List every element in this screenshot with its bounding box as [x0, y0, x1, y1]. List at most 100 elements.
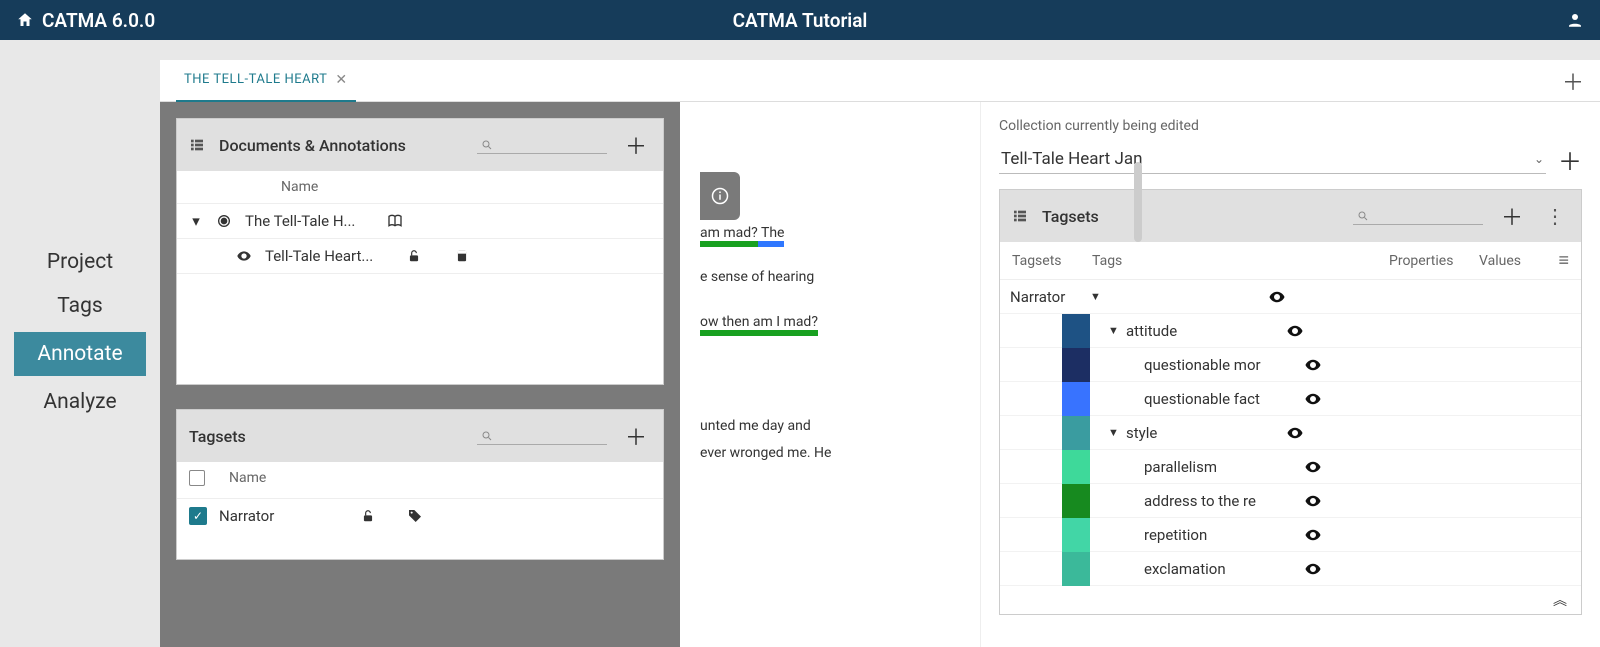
document-row[interactable]: ▾ The Tell-Tale H...: [177, 204, 663, 239]
main-area: Project Tags Annotate Analyze THE TELL-T…: [0, 40, 1600, 647]
col-properties: Properties: [1389, 253, 1479, 269]
text-annotated[interactable]: ow then am I mad?: [700, 314, 818, 336]
documents-panel-header: Documents & Annotations ＋: [177, 119, 663, 171]
document-tab-strip: THE TELL-TALE HEART ✕ ＋: [160, 60, 1600, 102]
expand-icon[interactable]: ▾: [189, 212, 203, 230]
tagsets-left-title: Tagsets: [189, 427, 246, 446]
app-name: CATMA 6.0.0: [42, 9, 155, 32]
documents-panel-title: Documents & Annotations: [219, 136, 406, 155]
visibility-icon[interactable]: [1268, 288, 1298, 306]
tagsets-left-search[interactable]: [477, 428, 607, 445]
workspace: THE TELL-TALE HEART ✕ ＋ Documents & Anno…: [160, 60, 1600, 647]
nav-analyze[interactable]: Analyze: [0, 380, 160, 424]
tag-row[interactable]: Narrator ▼: [1000, 280, 1581, 314]
nav-project[interactable]: Project: [0, 240, 160, 284]
tagsets-right-panel: Tagsets ＋ ⋮ Tagsets Tags Properties Valu…: [999, 189, 1582, 615]
color-swatch: [1062, 314, 1090, 348]
documents-panel: Documents & Annotations ＋ Name ▾: [176, 118, 664, 385]
tagset-name: Narrator: [219, 507, 349, 525]
visibility-icon[interactable]: [1304, 390, 1334, 408]
collection-select-value: Tell-Tale Heart Jan: [1001, 149, 1142, 169]
expand-icon[interactable]: ▼: [1108, 426, 1126, 439]
visibility-icon[interactable]: [1304, 356, 1334, 374]
visibility-icon[interactable]: [1304, 526, 1334, 544]
tag-row[interactable]: exclamation: [1000, 552, 1581, 586]
visibility-icon[interactable]: [1304, 492, 1334, 510]
tagsets-right-title: Tagsets: [1042, 207, 1099, 226]
left-panel-stack: Documents & Annotations ＋ Name ▾: [160, 102, 680, 647]
collection-name: Tell-Tale Heart...: [265, 247, 395, 265]
tag-row[interactable]: parallelism: [1000, 450, 1581, 484]
tag-label: attitude: [1126, 322, 1286, 340]
tag-row[interactable]: ▼style: [1000, 416, 1581, 450]
tagsets-right-search[interactable]: [1353, 208, 1483, 225]
visibility-icon[interactable]: [235, 248, 253, 264]
visibility-icon[interactable]: [1286, 424, 1316, 442]
color-swatch: [1062, 552, 1090, 586]
collection-editing-label: Collection currently being edited: [999, 118, 1582, 134]
visibility-icon[interactable]: [1304, 458, 1334, 476]
close-icon[interactable]: ✕: [335, 72, 347, 88]
tag-label: questionable mor: [1144, 356, 1304, 374]
text-line: unted me day and: [700, 415, 980, 437]
expand-icon[interactable]: ▼: [1108, 324, 1126, 337]
tagset-row[interactable]: ✓ Narrator: [177, 499, 663, 533]
annotation-collection-row[interactable]: Tell-Tale Heart...: [177, 239, 663, 274]
col-values: Values: [1479, 253, 1549, 269]
tagsets-right-colhead: Tagsets Tags Properties Values ≡: [1000, 242, 1581, 280]
text-annotated[interactable]: am mad?: [700, 225, 758, 247]
tag-label: questionable fact: [1144, 390, 1304, 408]
select-all-checkbox[interactable]: [189, 470, 205, 486]
color-swatch: [1062, 382, 1090, 416]
book-icon: [387, 213, 403, 229]
add-document-button[interactable]: ＋: [621, 129, 651, 161]
name-column-label: Name: [281, 179, 318, 195]
tag-label: address to the re: [1144, 492, 1304, 510]
user-icon[interactable]: [1566, 11, 1584, 29]
add-collection-button[interactable]: ＋: [1558, 142, 1582, 177]
collection-select-row: Tell-Tale Heart Jan ⌄ ＋: [999, 142, 1582, 177]
page-title: CATMA Tutorial: [733, 9, 868, 32]
select-radio[interactable]: [215, 213, 233, 229]
visibility-icon[interactable]: [1304, 560, 1334, 578]
name-column-label: Name: [229, 470, 266, 490]
color-swatch: [1062, 280, 1090, 314]
add-tab-button[interactable]: ＋: [1562, 65, 1584, 97]
documents-search-input[interactable]: [477, 137, 607, 154]
visibility-icon[interactable]: [1286, 322, 1316, 340]
columns-menu-icon[interactable]: ≡: [1549, 250, 1569, 271]
scroll-up-icon[interactable]: ︽: [1000, 586, 1581, 614]
color-swatch: [1062, 348, 1090, 382]
tag-label: parallelism: [1144, 458, 1304, 476]
add-tagset-button[interactable]: ＋: [621, 420, 651, 452]
notebook-icon: [455, 249, 469, 263]
tagset-name-cell: Narrator: [1000, 288, 1062, 306]
scrollbar-thumb[interactable]: [1134, 162, 1142, 242]
tab-document[interactable]: THE TELL-TALE HEART ✕: [176, 60, 356, 102]
col-tags: Tags: [1092, 253, 1389, 269]
expand-icon[interactable]: ▼: [1090, 290, 1108, 303]
tag-label: style: [1126, 424, 1286, 442]
tag-row[interactable]: address to the re: [1000, 484, 1581, 518]
home-icon[interactable]: [16, 11, 34, 29]
col-tagsets: Tagsets: [1012, 253, 1092, 269]
sidebar-nav: Project Tags Annotate Analyze: [0, 40, 160, 647]
tag-icon: [407, 508, 423, 524]
tag-row[interactable]: ▼attitude: [1000, 314, 1581, 348]
nav-tags[interactable]: Tags: [0, 284, 160, 328]
unlock-icon: [361, 509, 375, 523]
app-header: CATMA 6.0.0 CATMA Tutorial: [0, 0, 1600, 40]
text-line: e sense of hearing: [700, 266, 980, 288]
tag-row[interactable]: questionable mor: [1000, 348, 1581, 382]
tag-row[interactable]: repetition: [1000, 518, 1581, 552]
list-icon: [1012, 208, 1028, 224]
add-tag-button[interactable]: ＋: [1497, 200, 1527, 232]
text-annotated[interactable]: The: [758, 225, 785, 247]
tagset-checkbox[interactable]: ✓: [189, 507, 207, 525]
collection-select[interactable]: Tell-Tale Heart Jan ⌄: [999, 145, 1546, 174]
tagsets-left-colhead: Name: [177, 462, 663, 499]
nav-annotate[interactable]: Annotate: [14, 332, 146, 376]
tab-label: THE TELL-TALE HEART: [184, 72, 327, 87]
tag-row[interactable]: questionable fact: [1000, 382, 1581, 416]
more-menu-icon[interactable]: ⋮: [1541, 204, 1569, 228]
